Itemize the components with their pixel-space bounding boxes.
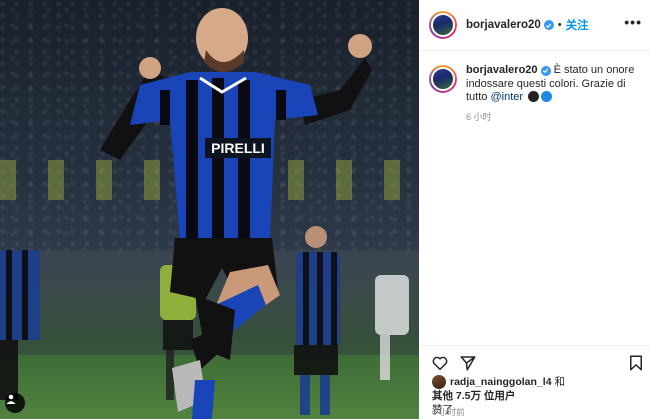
svg-text:PIRELLI: PIRELLI <box>211 140 265 156</box>
verified-badge-icon <box>543 20 554 30</box>
caption-mention-link[interactable]: @inter <box>490 91 523 103</box>
post-photo[interactable]: PIRELLI <box>0 0 419 419</box>
blue-circle-emoji-icon <box>541 91 553 102</box>
caption-body: borjavalero20 È stato un onore indossare… <box>466 64 643 124</box>
post-header: borjavalero20 • 关注 ••• <box>420 0 650 51</box>
paper-plane-icon[interactable] <box>459 354 477 372</box>
heart-icon[interactable] <box>431 354 449 372</box>
verified-badge-icon <box>540 65 551 76</box>
liker-avatar[interactable] <box>432 375 446 389</box>
follow-button[interactable]: 关注 <box>566 17 589 33</box>
post-timestamp[interactable]: 6 小时前 <box>432 406 465 418</box>
author-username[interactable]: borjavalero20 <box>466 19 541 31</box>
players-illustration: PIRELLI <box>0 8 409 419</box>
person-tag-icon <box>6 394 16 404</box>
likes-others-link[interactable]: 其他 7.5万 位用户 <box>432 389 515 403</box>
background-player-white <box>375 275 409 380</box>
post-caption: borjavalero20 È stato un onore indossare… <box>429 64 643 124</box>
header-separator: • <box>557 19 562 31</box>
caption-author-avatar[interactable] <box>429 65 457 93</box>
author-avatar[interactable] <box>429 11 457 39</box>
tagged-people-button[interactable] <box>5 393 25 413</box>
black-circle-emoji-icon <box>528 91 540 102</box>
bookmark-icon[interactable] <box>627 354 645 372</box>
caption-timestamp: 6 小时 <box>466 111 492 122</box>
background-player-right <box>294 226 340 415</box>
caption-username[interactable]: borjavalero20 <box>466 64 538 76</box>
liker-username[interactable]: radja_nainggolan_l4 <box>450 375 552 389</box>
background-player-left <box>0 250 40 400</box>
more-options-icon[interactable]: ••• <box>624 14 642 30</box>
likes-and: 和 <box>554 376 566 388</box>
post-side-panel: borjavalero20 • 关注 ••• borjavalero20 È s… <box>420 0 650 419</box>
